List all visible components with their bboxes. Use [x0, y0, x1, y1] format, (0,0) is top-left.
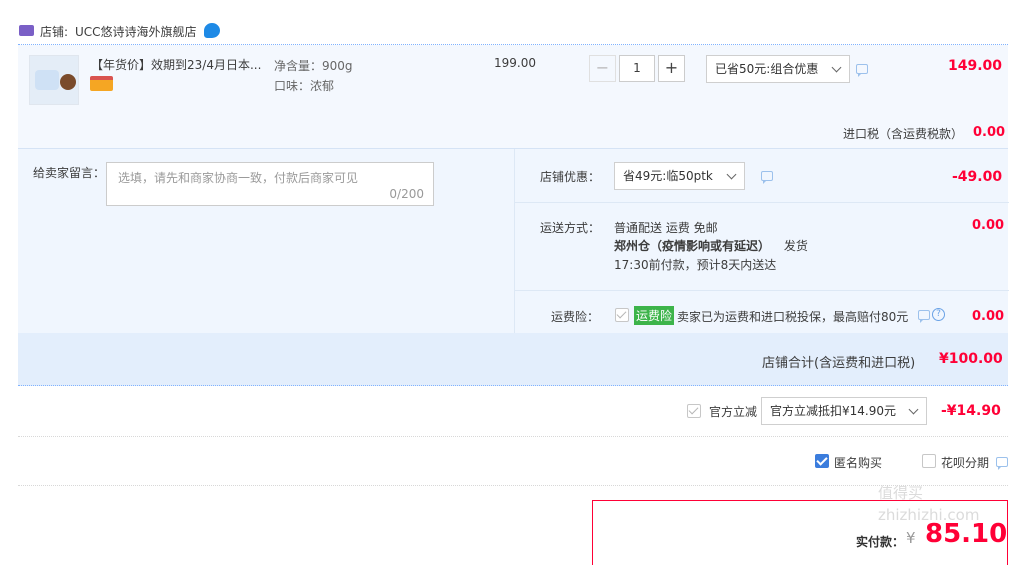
official-discount-select-value: 官方立减抵扣¥14.90元	[770, 404, 896, 418]
chat-bubble-icon[interactable]	[761, 171, 773, 184]
official-discount-checkbox[interactable]	[687, 404, 701, 418]
warehouse-suffix: 发货	[783, 239, 808, 253]
credit-card-icon	[90, 76, 113, 91]
shop-discount-select[interactable]: 省49元:临50ptk	[614, 162, 745, 190]
details-right-panel: 店铺优惠： 省49元:临50ptk -49.00 运送方式： 普通配送 运费 免…	[514, 149, 1009, 334]
shop-discount-value: -49.00	[952, 169, 1003, 185]
item-row: 【年货价】效期到23/4月日本... 净含量：900g 口味：浓郁 199.00…	[18, 45, 1008, 148]
message-placeholder: 选填，请先和商家协商一致，付款后商家可见	[118, 171, 359, 185]
order-details-section: 给卖家留言： 选填，请先和商家协商一致，付款后商家可见 0/200 店铺优惠： …	[18, 148, 1009, 334]
message-textarea[interactable]: 选填，请先和商家协商一致，付款后商家可见 0/200	[106, 162, 434, 206]
quantity-increase-button[interactable]: +	[658, 55, 685, 82]
item-title-link[interactable]: 【年货价】效期到23/4月日本...	[91, 56, 271, 73]
chevron-down-icon	[831, 62, 842, 73]
chevron-down-icon	[726, 169, 737, 180]
huabei-label: 花呗分期	[941, 456, 990, 470]
shop-discount-select-value: 省49元:临50ptk	[623, 169, 713, 183]
shop-discount-label: 店铺优惠：	[540, 170, 601, 184]
shipping-warehouse: 郑州仓（疫情影响或有延迟） 发货	[614, 237, 808, 254]
insurance-description: 卖家已为运费和进口税投保，最高赔付80元	[677, 310, 909, 324]
quantity-decrease-button[interactable]: −	[589, 55, 616, 82]
shipping-value: 0.00	[972, 218, 1005, 233]
payment-label: 实付款：	[856, 535, 905, 549]
warehouse-name: 郑州仓（疫情影响或有延迟）	[614, 239, 771, 253]
product-image	[35, 70, 59, 90]
product-image-can	[60, 74, 76, 90]
item-discount-select-value: 已省50元:组合优惠	[715, 62, 819, 76]
unit-price: 199.00	[494, 56, 536, 70]
item-attr-weight: 净含量：900g	[274, 59, 353, 73]
shop-label: 店铺:	[40, 25, 69, 39]
item-subtotal: 149.00	[948, 58, 1003, 74]
chat-bubble-icon[interactable]	[856, 64, 868, 77]
shipping-method: 普通配送 运费 免邮	[614, 221, 718, 235]
shop-total-value: ¥100.00	[939, 351, 1003, 367]
insurance-label: 运费险：	[551, 310, 600, 324]
product-thumbnail[interactable]	[29, 55, 79, 105]
official-discount-select[interactable]: 官方立减抵扣¥14.90元	[761, 397, 927, 425]
chevron-down-icon	[908, 404, 919, 415]
shop-total-label: 店铺合计(含运费和进口税)	[762, 356, 916, 371]
site-watermark: 值得买 zhizhizhi.com	[878, 484, 980, 524]
shipping-label: 运送方式：	[540, 221, 601, 235]
official-discount-value: -¥14.90	[941, 403, 1001, 419]
anonymous-checkbox[interactable]	[815, 454, 829, 468]
wangwang-chat-icon[interactable]	[204, 23, 220, 38]
help-icon[interactable]: ?	[932, 308, 945, 321]
insurance-tag: 运费险	[634, 306, 675, 325]
shop-name-link[interactable]: UCC悠诗诗海外旗舰店	[75, 23, 197, 40]
payment-currency: ¥	[906, 529, 916, 547]
official-discount-label: 官方立减	[709, 405, 758, 419]
anonymous-label: 匿名购买	[834, 456, 883, 470]
item-attr-flavor: 口味：浓郁	[274, 79, 335, 93]
insurance-value: 0.00	[972, 309, 1005, 324]
divider	[18, 485, 1008, 486]
message-counter: 0/200	[389, 187, 424, 201]
shipping-eta: 17:30前付款，预计8天内送达	[614, 258, 777, 272]
quantity-input[interactable]: 1	[619, 55, 655, 82]
tax-value: 0.00	[973, 125, 1006, 140]
quantity-stepper: − 1 +	[589, 55, 685, 82]
chat-bubble-icon[interactable]	[918, 310, 930, 323]
message-label: 给卖家留言：	[33, 166, 106, 180]
huabei-checkbox[interactable]	[922, 454, 936, 468]
row-divider	[515, 290, 1009, 291]
divider	[18, 436, 1008, 437]
item-discount-select[interactable]: 已省50元:组合优惠	[706, 55, 850, 83]
tmall-shop-icon	[19, 25, 34, 36]
chat-bubble-icon[interactable]	[996, 457, 1008, 470]
insurance-checkbox[interactable]	[615, 308, 629, 322]
row-divider	[515, 202, 1009, 203]
shop-total-bar: 店铺合计(含运费和进口税) ¥100.00	[18, 333, 1008, 386]
tax-label: 进口税（含运费税款）	[843, 127, 964, 141]
